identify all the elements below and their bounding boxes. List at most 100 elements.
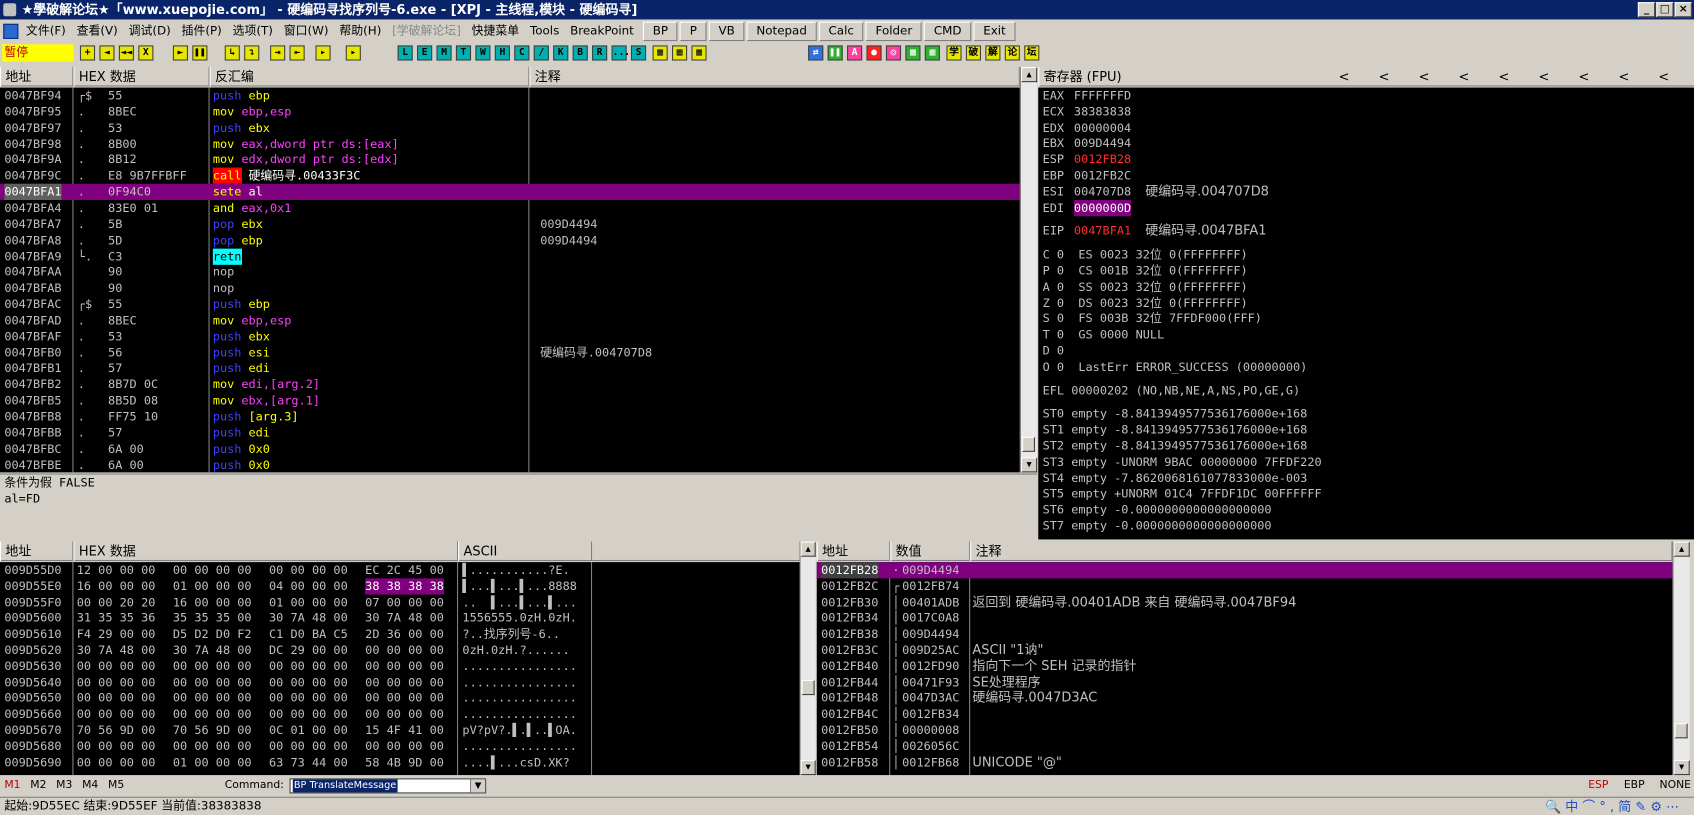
memory-tab-0[interactable]: M1 bbox=[4, 776, 20, 795]
register-row[interactable]: EDI 0000000D bbox=[1038, 199, 1694, 216]
fpu-row[interactable]: ST7 empty -0.0000000000000000000 bbox=[1043, 518, 1272, 534]
stack-row[interactable]: 0012FB58 │ 0012FB68 UNICODE "@" bbox=[817, 754, 1673, 770]
menu-item-9[interactable]: Tools bbox=[525, 21, 565, 43]
toolbar-button-6[interactable]: ↳ bbox=[224, 45, 240, 61]
toolbar-letter-12[interactable]: S bbox=[630, 45, 647, 61]
stack-row[interactable]: 0012FB44 │ 00471F93 SE处理程序 bbox=[817, 674, 1673, 690]
menu-item-4[interactable]: 选项(T) bbox=[227, 21, 278, 43]
menu-item-3[interactable]: 插件(P) bbox=[176, 21, 227, 43]
dump-row[interactable]: 009D5630 00 00 00 00 00 00 00 00 00 00 00 0… bbox=[0, 658, 799, 674]
dump-row[interactable]: 009D5600 31 35 35 36 35 35 35 00 30 7A 48 0… bbox=[0, 610, 799, 626]
toolbar-button-2[interactable]: ◄◄ bbox=[118, 45, 134, 61]
dump-row[interactable]: 009D5620 30 7A 48 00 30 7A 48 00 DC 29 00 0… bbox=[0, 642, 799, 658]
memory-tab-3[interactable]: M4 bbox=[82, 776, 98, 795]
register-value[interactable]: 0012FB28 bbox=[1074, 152, 1131, 168]
registers-pane[interactable]: EAX FFFFFFFD ECX 38383838 EDX 00000004 EBX 009D… bbox=[1038, 87, 1694, 540]
tool-button-2[interactable]: VB bbox=[708, 21, 745, 42]
register-value[interactable]: FFFFFFFD bbox=[1074, 88, 1131, 104]
dump-scroll-up-icon[interactable]: ▲ bbox=[800, 541, 816, 557]
menu-item-1[interactable]: 查看(V) bbox=[71, 21, 123, 43]
toolbar-grid-icon-1[interactable]: ▦ bbox=[672, 45, 688, 61]
disasm-row[interactable]: 0047BFAB 90 nop bbox=[0, 280, 1020, 296]
stack-row[interactable]: 0012FB3C │ 009D25AC ASCII "1讷" bbox=[817, 642, 1673, 658]
scroll-down-arrow-icon[interactable]: ▼ bbox=[1020, 457, 1038, 473]
ime-toolbar-icon[interactable]: 🔍 中 ⌒ ° , 简 ✎ ⚙ ⋯ bbox=[1545, 798, 1679, 815]
flag-row[interactable]: S 0 FS 003B 32位 7FFDF000(FFF) bbox=[1043, 311, 1262, 327]
disasm-row[interactable]: 0047BFB5. 8B5D 08 mov ebx,[arg.1] bbox=[0, 393, 1020, 409]
stack-row[interactable]: 0012FB28 · 009D4494 bbox=[816, 562, 1673, 579]
registers-title[interactable]: 寄存器 (FPU) bbox=[1038, 67, 1694, 87]
register-nav-arrow-icon[interactable]: < bbox=[1658, 67, 1669, 86]
stack-row[interactable]: 0012FB30 │ 00401ADB 返回到 硬编码寻.00401ADB 来自 硬编… bbox=[817, 594, 1673, 610]
toolbar-letter-9[interactable]: B bbox=[572, 45, 588, 61]
register-nav-arrow-icon[interactable]: < bbox=[1379, 67, 1390, 86]
disasm-row[interactable]: 0047BFA1. 0F94C0 sete al bbox=[0, 183, 1020, 201]
register-value[interactable]: 0047BFA1 bbox=[1074, 223, 1131, 239]
register-row[interactable]: ESP 0012FB28 bbox=[1038, 152, 1694, 168]
toolbar-letter-1[interactable]: E bbox=[417, 45, 433, 61]
register-row[interactable]: ECX 38383838 bbox=[1038, 104, 1694, 120]
toolbar-tool-icon-0[interactable]: ⇄ bbox=[808, 45, 824, 61]
disasm-row[interactable]: 0047BF94 ┌$ 55 push ebp bbox=[0, 88, 1020, 104]
stack-scroll-thumb[interactable] bbox=[1674, 723, 1688, 739]
disasm-row[interactable]: 0047BFA4. 83E0 01 and eax,0x1 bbox=[0, 200, 1020, 216]
stack-scroll-up-icon[interactable]: ▲ bbox=[1673, 541, 1690, 557]
toolbar-button-0[interactable]: + bbox=[79, 45, 96, 61]
register-value[interactable]: 0000000D bbox=[1073, 199, 1132, 216]
stack-scrollbar[interactable]: ▲ ▼ bbox=[1672, 541, 1690, 776]
fpu-row[interactable]: ST6 empty -0.0000000000000000000 bbox=[1043, 502, 1272, 518]
stack-col-val[interactable]: 数值 bbox=[890, 541, 971, 562]
menu-item-10[interactable]: BreakPoint bbox=[565, 21, 640, 43]
disasm-row[interactable]: 0047BFAD. 8BEC mov ebp,esp bbox=[0, 312, 1020, 328]
disasm-row[interactable]: 0047BF9C. E8 9B7FFBFF call 硬编码寻.00433F3C bbox=[0, 167, 1020, 185]
dump-col-hex[interactable]: HEX 数据 bbox=[73, 541, 459, 562]
close-button[interactable]: × bbox=[1674, 2, 1692, 18]
tool-button-0[interactable]: BP bbox=[643, 21, 678, 42]
disasm-row[interactable]: 0047BFAC ┌$ 55 push ebp bbox=[0, 296, 1020, 312]
flag-row[interactable]: T 0 GS 0000 NULL bbox=[1043, 327, 1165, 343]
fpu-row[interactable]: ST4 empty -7.8620068161077833000e-003 bbox=[1043, 470, 1308, 486]
tool-button-4[interactable]: Calc bbox=[818, 21, 864, 42]
dump-row[interactable]: 009D5680 00 00 00 00 00 00 00 00 00 00 00 0… bbox=[0, 738, 799, 754]
fpu-row[interactable]: ST3 empty -UNORM 9BAC 00000000 7FFDF220 bbox=[1043, 454, 1322, 470]
stack-pane[interactable]: 0012FB28 · 009D4494 0012FB2C ┌ 0012FB74 0012FB… bbox=[816, 562, 1673, 776]
col-addr[interactable]: 地址 bbox=[0, 67, 74, 87]
toolbar-button-10[interactable]: ▸ bbox=[315, 45, 331, 61]
disasm-row[interactable]: 0047BF97. 53 push ebx bbox=[0, 120, 1020, 136]
register-value[interactable]: 0012FB2C bbox=[1074, 168, 1131, 184]
disasm-row[interactable]: 0047BFB0. 56 push esi 硬编码寻.004707D8 bbox=[0, 344, 1020, 360]
toolbar-tool-icon-6[interactable]: ▦ bbox=[924, 45, 940, 61]
dump-row[interactable]: 009D55E0 16 00 00 00 01 00 00 00 04 00 00 0… bbox=[0, 578, 799, 595]
toolbar-letter-7[interactable]: / bbox=[533, 45, 549, 61]
dump-col-ascii[interactable]: ASCII bbox=[458, 541, 593, 562]
menu-item-6[interactable]: 帮助(H) bbox=[334, 21, 387, 43]
toolbar-button-3[interactable]: X bbox=[138, 45, 154, 61]
disasm-row[interactable]: 0047BFAF. 53 push ebx bbox=[0, 328, 1020, 344]
toolbar-tool-icon-5[interactable]: ▦ bbox=[905, 45, 921, 61]
menu-item-2[interactable]: 调试(D) bbox=[123, 21, 176, 43]
flag-row[interactable]: D 0 bbox=[1043, 343, 1064, 359]
disasm-row[interactable]: 0047BFA9 └. C3 retn bbox=[0, 248, 1020, 265]
toolbar-letter-4[interactable]: W bbox=[475, 45, 491, 61]
dump-col-addr[interactable]: 地址 bbox=[0, 541, 74, 562]
toolbar-tool-icon-1[interactable]: ❚❚ bbox=[827, 45, 843, 61]
disasm-row[interactable]: 0047BFBE. 6A 00 push 0x0 bbox=[0, 457, 1020, 473]
dump-row[interactable]: 009D55D0 12 00 00 00 00 00 00 00 00 00 00 0… bbox=[0, 562, 799, 578]
register-row[interactable]: EBX 009D4494 bbox=[1038, 136, 1694, 152]
menu-item-7[interactable]: [学破解论坛] bbox=[387, 21, 467, 43]
command-input[interactable]: BP TranslateMessage ▼ bbox=[289, 778, 487, 794]
disasm-row[interactable]: 0047BFAA 90 nop bbox=[0, 264, 1020, 280]
dump-row[interactable]: 009D55F0 00 00 20 20 16 00 00 00 01 00 00 0… bbox=[0, 594, 799, 610]
toolbar-char-2[interactable]: 解 bbox=[985, 45, 1001, 61]
col-hex[interactable]: HEX 数据 bbox=[73, 67, 210, 87]
toolbar-letter-11[interactable]: ... bbox=[611, 45, 630, 61]
register-nav-arrow-icon[interactable]: < bbox=[1459, 67, 1470, 86]
dump-row[interactable]: 009D5610 F4 29 00 00 D5 D2 D0 F2 C1 D0 BA C… bbox=[0, 626, 799, 642]
disasm-row[interactable]: 0047BFA7. 5B pop ebx 009D4494 bbox=[0, 216, 1020, 232]
toolbar-letter-2[interactable]: M bbox=[436, 45, 452, 61]
scroll-thumb[interactable] bbox=[1022, 436, 1036, 452]
toolbar-tool-icon-3[interactable]: ● bbox=[866, 45, 882, 61]
fpu-row[interactable]: ST5 empty +UNORM 01C4 7FFDF1DC 00FFFFFF bbox=[1043, 486, 1322, 502]
register-nav-arrow-icon[interactable]: < bbox=[1499, 67, 1510, 86]
toolbar-letter-8[interactable]: K bbox=[553, 45, 569, 61]
